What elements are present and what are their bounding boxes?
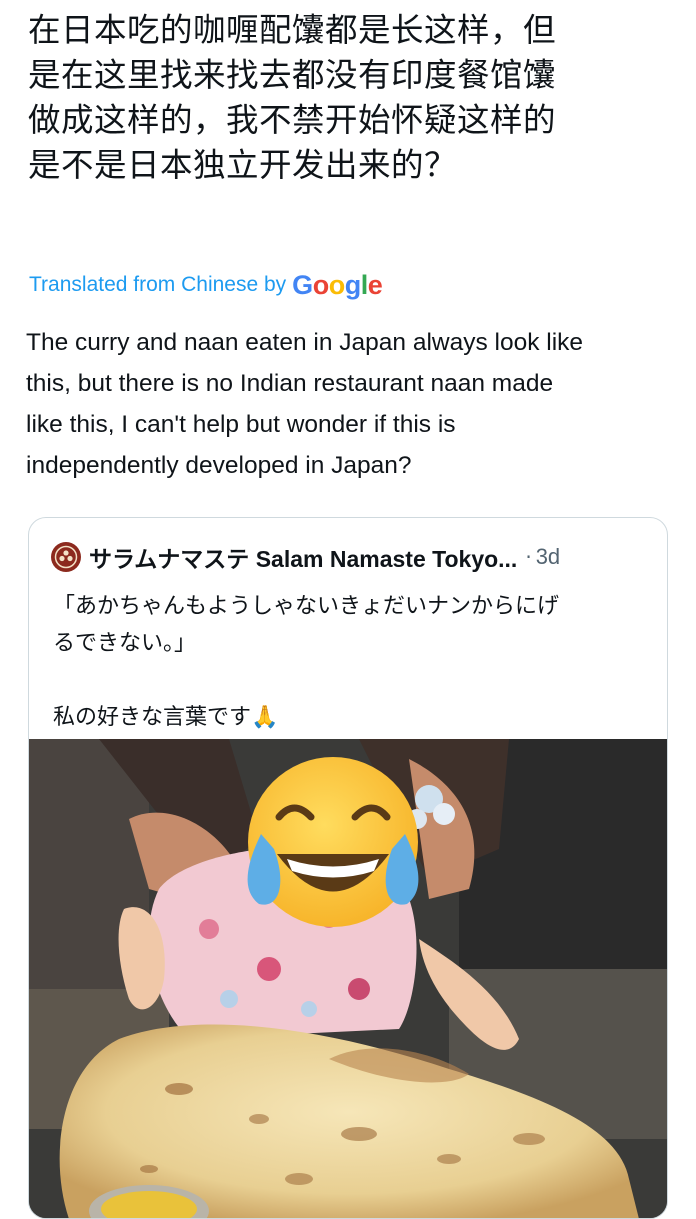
quoted-tweet-header: サラムナマステ Salam Namaste Tokyo... · 3d (51, 540, 560, 574)
google-letter-6: e (367, 269, 383, 300)
google-letter-5: l (360, 269, 369, 300)
google-logo: Google (292, 269, 383, 301)
quoted-author-name[interactable]: サラムナマステ Salam Namaste Tokyo... (89, 540, 517, 574)
quoted-tweet-card[interactable]: サラムナマステ Salam Namaste Tokyo... · 3d 「あかち… (28, 517, 668, 1219)
quoted-timestamp[interactable]: 3d (536, 544, 560, 570)
google-letter-2: o (312, 269, 330, 300)
google-letter-1: G (292, 269, 313, 300)
post-original-text: 在日本吃的咖喱配馕都是长这样，但 是在这里找来找去都没有印度餐馆馕 做成这样的，… (28, 11, 557, 184)
restaurant-logo-icon[interactable] (51, 542, 81, 572)
separator-dot: · (525, 545, 532, 569)
quoted-tweet-photo[interactable] (29, 739, 667, 1218)
google-letter-4: g (344, 269, 362, 300)
laughing-emoji-icon (247, 757, 419, 927)
post-translation-text: The curry and naan eaten in Japan always… (26, 329, 584, 479)
google-letter-3: o (328, 269, 346, 300)
translation-attribution[interactable]: Translated from Chinese by Google (29, 265, 383, 305)
photo-baby-with-giant-naan-icon (29, 739, 667, 1218)
translated-label: Translated from Chinese by (29, 273, 287, 296)
quoted-tweet-text: 「あかちゃんもようしゃないきょだいナンからにげ るできない。」 私の好きな言葉で… (53, 594, 560, 730)
